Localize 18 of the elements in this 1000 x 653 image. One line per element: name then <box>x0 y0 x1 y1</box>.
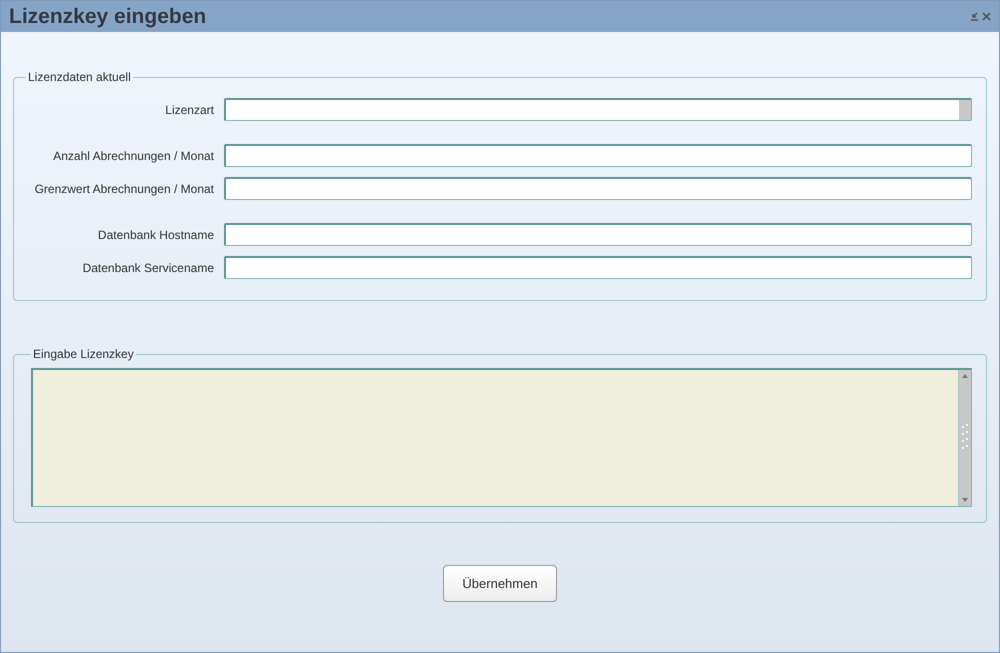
license-type-dropdown[interactable] <box>224 98 972 121</box>
input-field[interactable] <box>224 177 972 200</box>
apply-button[interactable]: Übernehmen <box>443 565 557 602</box>
field-label: Anzahl Abrechnungen / Monat <box>52 148 214 164</box>
panel-legend: Eingabe Lizenzkey <box>31 345 136 363</box>
input-field[interactable] <box>224 223 972 246</box>
window-title: Lizenzkey eingeben <box>9 4 206 30</box>
input-field[interactable] <box>224 144 972 167</box>
scrollbar[interactable] <box>958 370 971 506</box>
license-key-textarea[interactable] <box>31 368 972 507</box>
close-icon[interactable] <box>982 12 991 21</box>
input-field[interactable] <box>224 256 972 279</box>
field-label: Datenbank Servicename <box>82 260 214 276</box>
field-label: Lizenzart <box>164 102 214 118</box>
panel-legend: Lizenzdaten aktuell <box>26 68 133 86</box>
minimize-icon[interactable] <box>970 12 979 21</box>
field-label: Grenzwert Abrechnungen / Monat <box>34 180 214 198</box>
field-label: Datenbank Hostname <box>96 226 214 244</box>
